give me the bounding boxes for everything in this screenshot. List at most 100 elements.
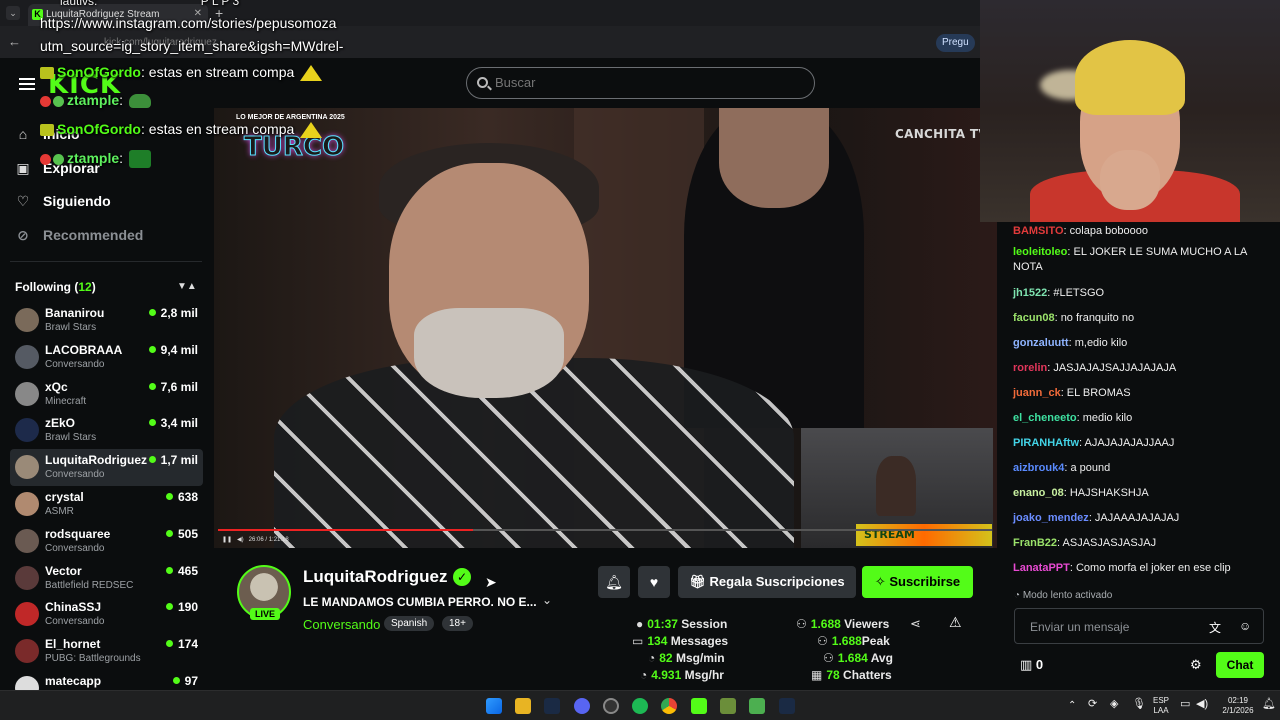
chat-username[interactable]: facun08 — [1013, 312, 1055, 324]
chrome-icon[interactable] — [661, 698, 677, 714]
stat-session-label: Session — [681, 617, 728, 631]
notification-bell-icon[interactable]: 🔔︎ — [1262, 699, 1276, 710]
following-viewers: 465 — [166, 564, 198, 578]
following-name: Vector — [45, 563, 82, 578]
chat-text: : EL BROMAS — [1060, 387, 1131, 399]
chat-send-button[interactable]: Chat — [1216, 652, 1264, 678]
gift-icon: 🎁︎ — [689, 574, 710, 589]
tag-language[interactable]: Spanish — [384, 616, 435, 631]
chat-text: : AJAJAJAJAJJAAJ — [1079, 437, 1175, 449]
following-item[interactable]: crystal ASMR 638 — [10, 486, 203, 523]
chat-username[interactable]: jh1522 — [1013, 287, 1047, 299]
gauge-icon: ◔ — [640, 668, 648, 682]
nav-following[interactable]: ♡ Siguiendo — [15, 193, 111, 210]
following-category: Brawl Stars — [45, 322, 97, 333]
following-item[interactable]: LuquitaRodriguez Conversando 1,7 mil — [10, 449, 203, 486]
chat-username[interactable]: aizbrouk4 — [1013, 462, 1064, 474]
clock[interactable]: 02:19 2/1/2026 — [1218, 696, 1258, 716]
steam-icon[interactable] — [544, 698, 560, 714]
avatar — [15, 491, 39, 516]
language-indicator[interactable]: ESP LAA — [1150, 696, 1172, 716]
video-progress-bar[interactable] — [218, 529, 992, 531]
ask-button[interactable]: Pregu — [936, 34, 975, 52]
chat-username[interactable]: joako_mendez — [1013, 512, 1089, 524]
gear-icon[interactable]: ⚙ — [1190, 657, 1202, 673]
tray-mic-icon[interactable]: 🎙︎ — [1132, 699, 1146, 710]
avatar — [15, 602, 39, 627]
discord-icon[interactable] — [574, 698, 590, 714]
network-icon[interactable]: ▭ — [1180, 699, 1190, 710]
search-box[interactable] — [466, 67, 815, 99]
following-item[interactable]: El_hornet PUBG: Battlegrounds 174 — [10, 633, 203, 670]
chat-username[interactable]: leoleitoleo — [1013, 246, 1067, 258]
sort-icon[interactable]: ▼▲ — [177, 281, 197, 292]
steam-client-icon[interactable] — [779, 698, 795, 714]
chevron-down-icon[interactable]: ⌄ — [542, 593, 552, 607]
subscribe-button[interactable]: ✧ Suscribirse — [862, 566, 973, 598]
tray-shield-icon[interactable]: ◈ — [1110, 699, 1118, 710]
file-explorer-icon[interactable] — [515, 698, 531, 714]
chat-text: : HAJSHAKSHJA — [1063, 487, 1149, 499]
chat-username[interactable]: FranB22 — [1013, 537, 1057, 549]
search-icon — [477, 77, 488, 88]
channel-name[interactable]: LuquitaRodriguez — [303, 567, 447, 587]
notify-bell-button[interactable]: 🔔︎ — [598, 566, 630, 598]
following-item[interactable]: xQc Minecraft 7,6 mil — [10, 376, 203, 413]
overlay-chat-line: SonOfGordo: estas en stream compa — [40, 64, 323, 82]
app-icon[interactable] — [749, 698, 765, 714]
menu-icon[interactable] — [19, 78, 35, 90]
report-icon[interactable]: ⚠ — [949, 614, 962, 631]
clock-time: 02:19 — [1227, 696, 1249, 705]
avatar — [15, 639, 39, 664]
following-item[interactable]: zEkO Brawl Stars 3,4 mil — [10, 412, 203, 449]
follow-heart-button[interactable]: ♥ — [638, 566, 670, 598]
video-person-beard — [414, 308, 564, 398]
emoji-icon[interactable]: ☺ — [1239, 619, 1251, 633]
stream-category[interactable]: Conversando — [303, 617, 380, 632]
following-item[interactable]: LACOBRAAA Conversando 9,4 mil — [10, 339, 203, 376]
chat-username[interactable]: rorelin — [1013, 362, 1047, 374]
following-item[interactable]: Bananirou Brawl Stars 2,8 mil — [10, 302, 203, 339]
search-input[interactable] — [495, 75, 795, 90]
tag-age[interactable]: 18+ — [442, 616, 473, 631]
windows-start-icon[interactable] — [486, 698, 502, 714]
chat-username[interactable]: gonzaluutt — [1013, 337, 1069, 349]
share-icon[interactable]: ⋖ — [910, 616, 921, 632]
chat-username[interactable]: BAMSITO — [1013, 225, 1064, 237]
following-name: matecapp — [45, 673, 102, 688]
overlay-url-line1: https://www.instagram.com/stories/pepuso… — [40, 15, 337, 31]
translate-icon[interactable]: 文 — [1209, 619, 1221, 636]
gift-subs-button[interactable]: 🎁︎ Regala Suscripciones — [678, 566, 856, 598]
spotify-icon[interactable] — [632, 698, 648, 714]
following-item[interactable]: rodsquaree Conversando 505 — [10, 523, 203, 560]
chat-username[interactable]: juann_ck — [1013, 387, 1061, 399]
video-player[interactable]: LO MEJOR DE ARGENTINA 2025 TURCO CANCHIT… — [214, 108, 997, 548]
chat-message: enano_08: HAJSHAKSHJA — [1013, 486, 1268, 501]
obs-icon[interactable] — [603, 698, 619, 714]
nav-recommended[interactable]: ⊘ Recommended — [15, 227, 143, 244]
chat-username[interactable]: el_cheneeto — [1013, 412, 1077, 424]
chat-username[interactable]: PIRANHAftw — [1013, 437, 1079, 449]
chat-username[interactable]: LanataPPT — [1013, 562, 1070, 574]
channel-points[interactable]: ▥ 0 — [1020, 657, 1043, 673]
video-controls[interactable]: ❚❚ ◀) 26:06 / 1:21:18 — [222, 536, 289, 543]
tab-search-button[interactable]: ⌄ — [6, 6, 20, 20]
chat-input[interactable]: Enviar un mensaje 文 ☺ — [1014, 608, 1264, 644]
verified-icon: ✓ — [453, 568, 471, 586]
badge-icon — [40, 153, 51, 165]
following-item[interactable]: Vector Battlefield REDSEC 465 — [10, 560, 203, 597]
tray-sync-icon[interactable]: ⟳ — [1088, 699, 1097, 710]
kick-app-icon[interactable] — [691, 698, 707, 714]
stat-chatters: ▦ 78 Chatters — [811, 668, 892, 682]
stat-msg-min: ◔ 82 Msg/min — [648, 651, 725, 665]
following-category: Conversando — [45, 469, 105, 481]
tray-overflow-icon[interactable]: ⌃ — [1068, 701, 1076, 711]
minecraft-icon[interactable] — [720, 698, 736, 714]
emote-icon — [300, 65, 323, 82]
chat-username[interactable]: enano_08 — [1013, 487, 1064, 499]
back-arrow-icon[interactable]: ← — [8, 34, 21, 49]
chat-text: : a pound — [1064, 462, 1111, 474]
volume-icon[interactable]: ◀) — [1196, 699, 1208, 710]
overlay-top-text2: P L P 3 — [200, 0, 240, 8]
following-item[interactable]: ChinaSSJ Conversando 190 — [10, 596, 203, 633]
